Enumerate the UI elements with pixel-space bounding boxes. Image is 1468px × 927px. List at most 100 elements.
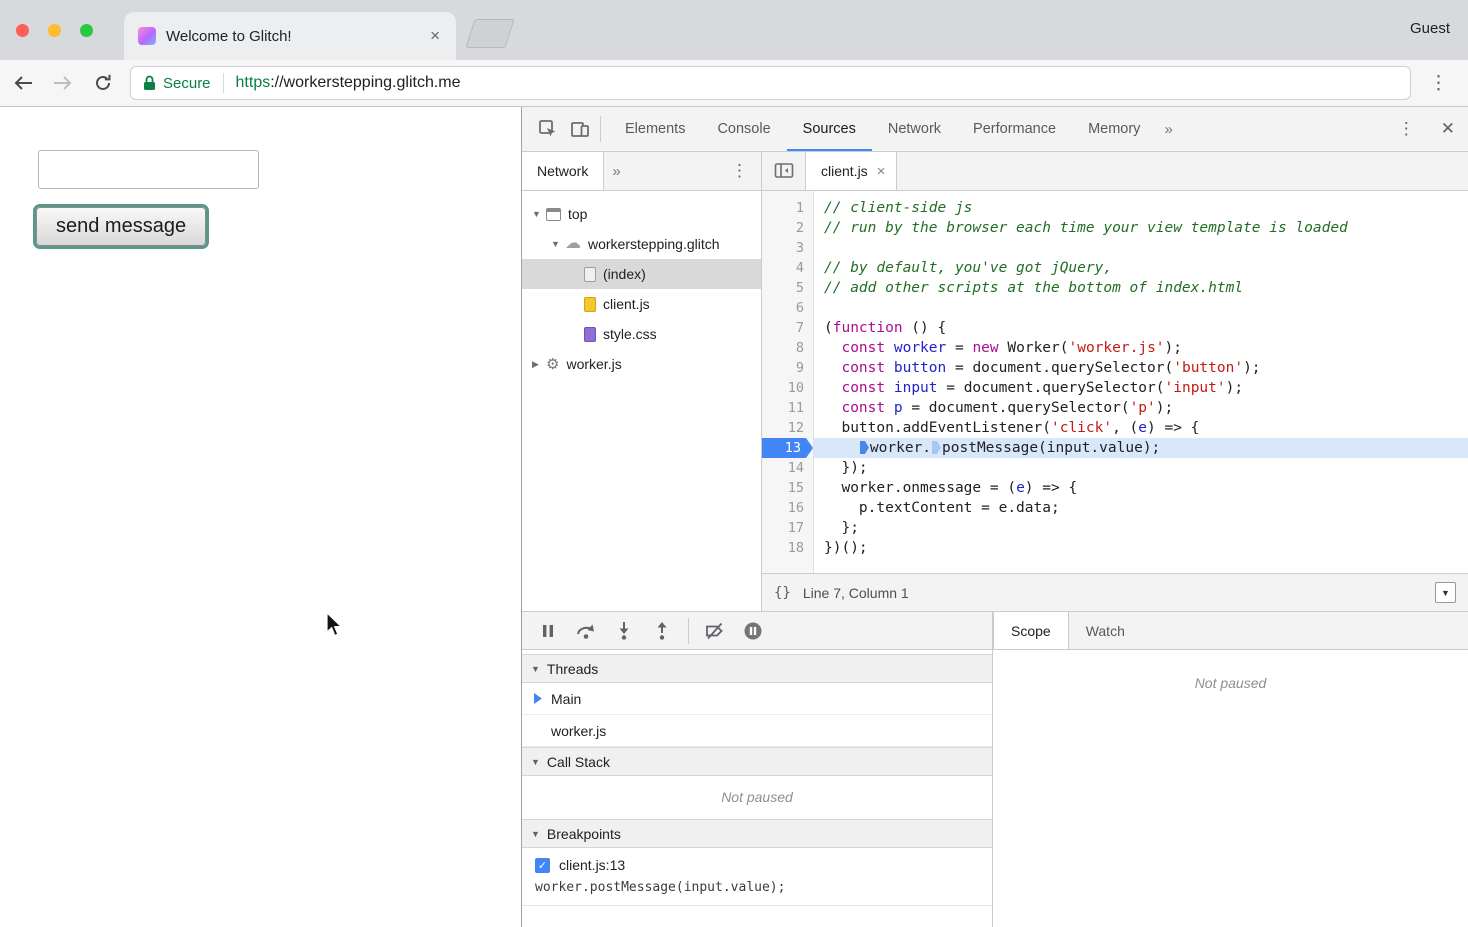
threads-section-header[interactable]: ▼ Threads bbox=[522, 654, 992, 683]
line-number-8[interactable]: 8 bbox=[762, 338, 813, 358]
deactivate-breakpoints-icon[interactable] bbox=[699, 617, 731, 645]
line-number-17[interactable]: 17 bbox=[762, 518, 813, 538]
code-line-13[interactable]: worker.postMessage(input.value); bbox=[814, 438, 1468, 458]
tree-expand-icon[interactable]: ▶ bbox=[532, 359, 546, 370]
tab-close-icon[interactable]: × bbox=[428, 26, 442, 46]
line-number-9[interactable]: 9 bbox=[762, 358, 813, 378]
tree-item-top[interactable]: ▼top bbox=[522, 199, 761, 229]
code-line-14[interactable]: }); bbox=[814, 458, 1468, 478]
minimize-window-button[interactable] bbox=[48, 24, 61, 37]
code-line-12[interactable]: button.addEventListener('click', (e) => … bbox=[814, 418, 1468, 438]
code-line-7[interactable]: (function () { bbox=[814, 318, 1468, 338]
tab-watch[interactable]: Watch bbox=[1069, 612, 1142, 649]
pause-script-icon[interactable] bbox=[532, 617, 564, 645]
step-location-marker-icon[interactable] bbox=[860, 441, 869, 454]
back-icon[interactable] bbox=[6, 66, 40, 100]
line-number-11[interactable]: 11 bbox=[762, 398, 813, 418]
code-line-4[interactable]: // by default, you've got jQuery, bbox=[814, 258, 1468, 278]
breakpoints-section-header[interactable]: ▼ Breakpoints bbox=[522, 819, 992, 848]
line-number-7[interactable]: 7 bbox=[762, 318, 813, 338]
guest-profile-label[interactable]: Guest bbox=[1410, 20, 1450, 37]
devtools-menu-icon[interactable]: ⋮ bbox=[1385, 119, 1428, 139]
step-location-marker-icon[interactable] bbox=[932, 441, 941, 454]
expand-panel-icon[interactable]: ▼ bbox=[1435, 582, 1456, 603]
sidebar-tab-network[interactable]: Network bbox=[522, 152, 604, 190]
reload-icon[interactable] bbox=[86, 66, 120, 100]
code-line-5[interactable]: // add other scripts at the bottom of in… bbox=[814, 278, 1468, 298]
code-line-16[interactable]: p.textContent = e.data; bbox=[814, 498, 1468, 518]
pretty-print-icon[interactable]: {} bbox=[774, 585, 791, 601]
device-toolbar-icon[interactable] bbox=[564, 114, 596, 144]
code-lines[interactable]: // client-side js// run by the browser e… bbox=[814, 191, 1468, 573]
breakpoint-snippet: worker.postMessage(input.value); bbox=[535, 880, 992, 895]
line-number-14[interactable]: 14 bbox=[762, 458, 813, 478]
line-number-1[interactable]: 1 bbox=[762, 198, 813, 218]
line-number-2[interactable]: 2 bbox=[762, 218, 813, 238]
toggle-navigator-icon[interactable] bbox=[762, 152, 806, 190]
tree-item-style-css[interactable]: style.css bbox=[522, 319, 761, 349]
editor-tab-close-icon[interactable]: × bbox=[877, 163, 886, 180]
code-line-18[interactable]: })(); bbox=[814, 538, 1468, 558]
breakpoint-checkbox[interactable]: ✓ bbox=[535, 858, 550, 873]
browser-tab[interactable]: Welcome to Glitch! × bbox=[124, 12, 456, 60]
devtools-tab-network[interactable]: Network bbox=[872, 107, 957, 151]
line-number-13[interactable]: 13 bbox=[762, 438, 813, 458]
step-into-icon[interactable] bbox=[608, 617, 640, 645]
devtools-tab-memory[interactable]: Memory bbox=[1072, 107, 1156, 151]
line-number-3[interactable]: 3 bbox=[762, 238, 813, 258]
code-line-17[interactable]: }; bbox=[814, 518, 1468, 538]
tree-collapse-icon[interactable]: ▼ bbox=[551, 239, 565, 249]
devtools-tab-performance[interactable]: Performance bbox=[957, 107, 1072, 151]
code-line-15[interactable]: worker.onmessage = (e) => { bbox=[814, 478, 1468, 498]
code-line-11[interactable]: const p = document.querySelector('p'); bbox=[814, 398, 1468, 418]
line-number-15[interactable]: 15 bbox=[762, 478, 813, 498]
step-over-icon[interactable] bbox=[570, 617, 602, 645]
step-out-icon[interactable] bbox=[646, 617, 678, 645]
thread-item-worker-js[interactable]: worker.js bbox=[522, 715, 992, 747]
code-line-9[interactable]: const button = document.querySelector('b… bbox=[814, 358, 1468, 378]
sidebar-more-tabs-icon[interactable]: » bbox=[604, 163, 628, 180]
tree-item-workerstepping-glitch[interactable]: ▼☁workerstepping.glitch bbox=[522, 229, 761, 259]
line-number-6[interactable]: 6 bbox=[762, 298, 813, 318]
close-window-button[interactable] bbox=[16, 24, 29, 37]
thread-item-main[interactable]: Main bbox=[522, 683, 992, 715]
tree-collapse-icon[interactable]: ▼ bbox=[532, 209, 546, 219]
code-line-3[interactable] bbox=[814, 238, 1468, 258]
new-tab-button[interactable] bbox=[465, 19, 514, 48]
devtools-tab-console[interactable]: Console bbox=[701, 107, 786, 151]
line-number-16[interactable]: 16 bbox=[762, 498, 813, 518]
line-number-12[interactable]: 12 bbox=[762, 418, 813, 438]
tree-item-client-js[interactable]: client.js bbox=[522, 289, 761, 319]
devtools-panel: ElementsConsoleSourcesNetworkPerformance… bbox=[521, 107, 1468, 927]
line-number-18[interactable]: 18 bbox=[762, 538, 813, 558]
line-number-5[interactable]: 5 bbox=[762, 278, 813, 298]
code-line-2[interactable]: // run by the browser each time your vie… bbox=[814, 218, 1468, 238]
tree-item-worker-js[interactable]: ▶⚙worker.js bbox=[522, 349, 761, 379]
devtools-tab-sources[interactable]: Sources bbox=[787, 107, 872, 151]
forward-icon[interactable] bbox=[46, 66, 80, 100]
devtools-close-icon[interactable]: ✕ bbox=[1428, 119, 1468, 139]
address-bar[interactable]: Secure https://workerstepping.glitch.me bbox=[130, 66, 1411, 100]
tree-item-index[interactable]: (index) bbox=[522, 259, 761, 289]
breakpoint-item[interactable]: ✓client.js:13worker.postMessage(input.va… bbox=[522, 848, 992, 906]
line-number-4[interactable]: 4 bbox=[762, 258, 813, 278]
code-line-1[interactable]: // client-side js bbox=[814, 198, 1468, 218]
code-line-10[interactable]: const input = document.querySelector('in… bbox=[814, 378, 1468, 398]
editor-tab-clientjs[interactable]: client.js × bbox=[806, 152, 897, 190]
code-line-8[interactable]: const worker = new Worker('worker.js'); bbox=[814, 338, 1468, 358]
pause-on-exceptions-icon[interactable] bbox=[737, 617, 769, 645]
call-stack-section-header[interactable]: ▼ Call Stack bbox=[522, 747, 992, 776]
sidebar-menu-icon[interactable]: ⋮ bbox=[718, 161, 761, 181]
inspect-element-icon[interactable] bbox=[532, 114, 564, 144]
line-number-10[interactable]: 10 bbox=[762, 378, 813, 398]
code-line-6[interactable] bbox=[814, 298, 1468, 318]
send-message-button[interactable]: send message bbox=[36, 207, 206, 246]
tab-scope[interactable]: Scope bbox=[993, 612, 1069, 649]
message-input[interactable] bbox=[38, 150, 259, 189]
zoom-window-button[interactable] bbox=[80, 24, 93, 37]
line-number-gutter[interactable]: 123456789101112131415161718 bbox=[762, 191, 814, 573]
code-editor[interactable]: 123456789101112131415161718 // client-si… bbox=[762, 191, 1468, 573]
devtools-tab-elements[interactable]: Elements bbox=[609, 107, 701, 151]
more-panels-icon[interactable]: » bbox=[1156, 121, 1180, 138]
browser-menu-icon[interactable]: ⋮ bbox=[1429, 72, 1448, 95]
